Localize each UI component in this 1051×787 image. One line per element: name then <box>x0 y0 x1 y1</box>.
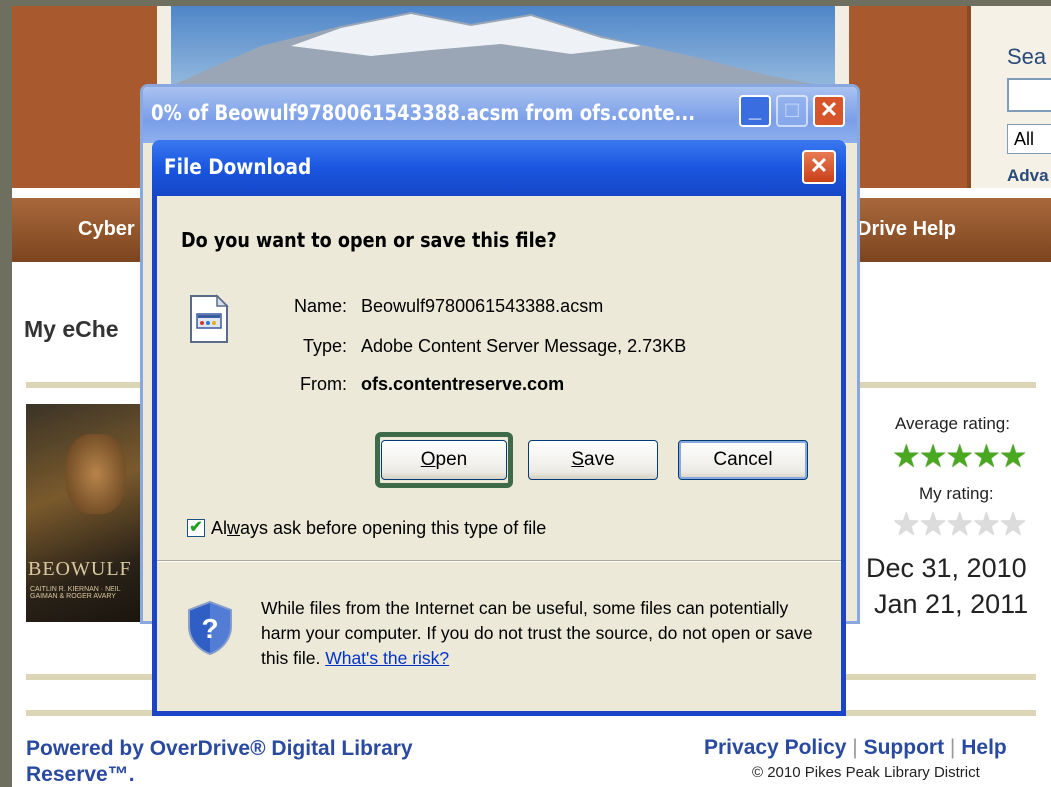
name-label: Name: <box>293 296 347 316</box>
section-title: My eChe <box>24 316 119 342</box>
file-type-value: Adobe Content Server Message, 2.73KB <box>361 336 687 356</box>
file-name-value: Beowulf9780061543388.acsm <box>361 296 604 316</box>
open-mnemonic: O <box>420 449 436 470</box>
search-scope-select[interactable]: All <box>1007 124 1051 154</box>
save-button[interactable]: Save <box>528 440 658 480</box>
book-cover-image[interactable]: BEOWULF CAITLIN R. KIERNAN · NEIL GAIMAN… <box>26 404 146 622</box>
open-label: pen <box>435 449 468 470</box>
nav-item-cyber[interactable]: Cyber <box>78 218 135 241</box>
progress-close-button[interactable]: ✕ <box>813 95 845 127</box>
shield-question-icon: ? <box>188 600 232 656</box>
footer-powered-by[interactable]: Powered by OverDrive® Digital Library Re… <box>26 736 506 787</box>
average-rating-stars: ★★★★★ <box>892 438 1027 474</box>
dialog-close-button[interactable]: ✕ <box>802 150 836 184</box>
search-label: Sea <box>1007 44 1047 69</box>
expire-date: Jan 21, 2011 <box>874 589 1029 619</box>
privacy-policy-link[interactable]: Privacy Policy <box>704 736 846 759</box>
svg-text:?: ? <box>201 613 218 644</box>
advanced-search-link[interactable]: Adva <box>1007 166 1049 186</box>
save-label: ave <box>584 449 615 470</box>
maximize-button[interactable]: □ <box>776 95 808 127</box>
dialog-body: Do you want to open or save this file? N… <box>157 196 841 711</box>
always-ask-checkbox[interactable]: ✔ <box>187 519 205 537</box>
dialog-divider <box>157 560 841 562</box>
type-label: Type: <box>302 336 347 356</box>
cancel-button[interactable]: Cancel <box>678 440 808 480</box>
save-mnemonic: S <box>571 449 585 470</box>
my-rating-stars[interactable]: ★★★★★ <box>892 508 1027 540</box>
nav-item-overdrive-help[interactable]: Drive Help <box>857 218 956 241</box>
copyright: © 2010 Pikes Peak Library District <box>752 764 980 781</box>
always-ask-label[interactable]: Always ask before opening this type of f… <box>211 518 546 539</box>
support-link[interactable]: Support <box>864 736 944 759</box>
link-separator: | <box>852 736 858 759</box>
minimize-button[interactable]: _ <box>739 95 771 127</box>
dialog-question: Do you want to open or save this file? <box>181 228 557 252</box>
help-link[interactable]: Help <box>961 736 1007 759</box>
checkout-date: Dec 31, 2010 <box>866 553 1027 583</box>
progress-titlebar[interactable]: 0% of Beowulf9780061543388.acsm from ofs… <box>143 87 857 143</box>
dialog-titlebar[interactable]: File Download ✕ <box>152 140 846 196</box>
footer-links: Privacy Policy | Support | Help <box>704 736 1007 760</box>
file-source-value: ofs.contentreserve.com <box>361 374 565 394</box>
security-warning-text: While files from the Internet can be use… <box>261 598 813 668</box>
average-rating-label: Average rating: <box>895 414 1010 433</box>
file-download-dialog: File Download ✕ Do you want to open or s… <box>152 140 846 716</box>
link-separator: | <box>949 736 956 759</box>
progress-title: 0% of Beowulf9780061543388.acsm from ofs… <box>151 101 696 125</box>
from-label: From: <box>300 374 347 394</box>
book-cover-title: BEOWULF <box>28 558 132 580</box>
search-input[interactable] <box>1007 78 1051 112</box>
open-button[interactable]: Open <box>381 440 507 480</box>
my-rating-label: My rating: <box>919 484 994 503</box>
dialog-title: File Download <box>164 155 312 179</box>
file-icon <box>190 294 229 343</box>
search-panel: Sea All Adva <box>967 6 1051 188</box>
whats-the-risk-link[interactable]: What's the risk? <box>325 648 449 668</box>
book-cover-author: CAITLIN R. KIERNAN · NEIL GAIMAN & ROGER… <box>30 586 121 600</box>
